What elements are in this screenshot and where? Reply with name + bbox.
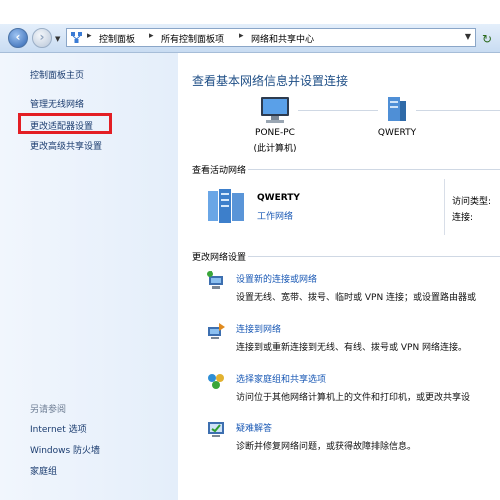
connection-line [298,110,378,111]
troubleshoot-icon [208,422,224,437]
task-troubleshoot-desc: 诊断并修复网络问题，或获得故障排除信息。 [236,442,417,452]
task-homegroup-link[interactable]: 选择家庭组和共享选项 [236,372,326,385]
network-icon [388,97,406,121]
new-connection-icon [207,271,223,289]
sidebar-item-wireless[interactable]: 管理无线网络 [30,97,84,110]
task-homegroup-desc: 访问位于其他网络计算机上的文件和打印机，或更改共享设 [236,393,471,403]
active-network-name: QWERTY [257,193,300,203]
active-networks-heading: 查看活动网络 [192,166,247,176]
task-connect-link[interactable]: 连接到网络 [236,322,281,335]
sidebar-item-internet-options[interactable]: Internet 选项 [30,422,87,435]
network-type-link[interactable]: 工作网络 [257,209,293,222]
task-new-connection-link[interactable]: 设置新的连接或网络 [236,272,317,285]
breadcrumb-control-panel[interactable]: 控制面板 [99,32,135,45]
address-bar: ‹ › ▼ ▸ 控制面板 ▸ 所有控制面板项 ▸ 网络和共享中心 ▼ ↻ [0,24,500,53]
history-dropdown-icon[interactable]: ▼ [55,35,60,43]
task-new-connection-desc: 设置无线、宽带、拨号、临时或 VPN 连接；或设置路由器或 [236,293,477,303]
work-network-icon [208,189,244,223]
divider [444,179,445,235]
computer-icon [261,97,289,123]
divider [248,169,500,170]
computer-subtitle: (此计算机) [253,144,297,154]
address-box[interactable]: ▸ 控制面板 ▸ 所有控制面板项 ▸ 网络和共享中心 ▼ [66,28,476,47]
back-button[interactable]: ‹ [8,28,28,48]
sidebar-item-home[interactable]: 控制面板主页 [30,68,84,81]
breadcrumb-separator-icon[interactable]: ▸ [239,31,244,41]
network-icon [71,32,82,43]
sidebar-item-advanced-sharing[interactable]: 更改高级共享设置 [30,139,102,152]
computer-name: PONE-PC [255,128,295,138]
homegroup-icon [208,374,224,389]
breadcrumb-separator-icon[interactable]: ▸ [149,31,154,41]
connect-network-icon [208,323,225,339]
highlight-box [18,113,112,134]
network-name: QWERTY [377,128,417,138]
access-type-label: 访问类型: [452,197,492,207]
change-settings-heading: 更改网络设置 [192,253,247,263]
divider [248,256,500,257]
breadcrumb-network-center[interactable]: 网络和共享中心 [251,32,314,45]
task-connect-desc: 连接到或重新连接到无线、有线、拨号或 VPN 网络连接。 [236,343,468,353]
connection-label: 连接: [452,213,474,223]
main-content: 查看基本网络信息并设置连接 PONE-PC (此计算机) QWERTY 查看活动… [178,53,500,500]
see-also-heading: 另请参阅 [30,405,67,415]
forward-button[interactable]: › [32,28,52,48]
refresh-icon[interactable]: ↻ [482,32,492,46]
connection-line [416,110,500,111]
task-troubleshoot-link[interactable]: 疑难解答 [236,421,272,434]
breadcrumb-all-items[interactable]: 所有控制面板项 [161,32,224,45]
sidebar-item-homegroup[interactable]: 家庭组 [30,464,57,477]
sidebar-item-firewall[interactable]: Windows 防火墙 [30,443,100,456]
page-title: 查看基本网络信息并设置连接 [192,74,349,88]
breadcrumb-separator-icon[interactable]: ▸ [87,31,92,41]
address-dropdown-icon[interactable]: ▼ [465,32,471,41]
